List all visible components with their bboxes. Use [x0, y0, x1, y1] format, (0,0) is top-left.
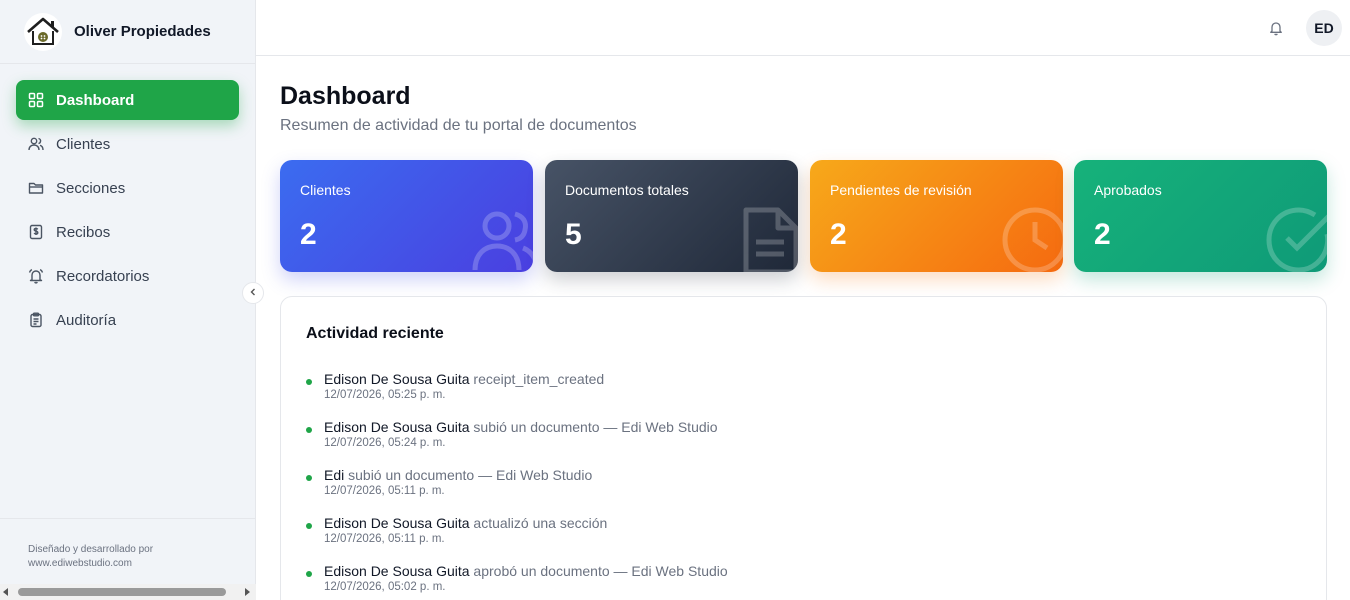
- scroll-right-arrow-icon[interactable]: [245, 588, 250, 596]
- activity-timestamp: 12/07/2026, 05:11 p. m.: [324, 533, 445, 545]
- sidebar-item-label: Clientes: [56, 135, 111, 153]
- users-icon: [472, 211, 533, 271]
- sidebar: Oliver Propiedades Dashboard Clientes Se…: [0, 0, 256, 600]
- list-item: Edi subió un documento — Edi Web Studio …: [306, 467, 1206, 497]
- document-icon: [743, 207, 798, 272]
- user-avatar[interactable]: ED: [1306, 10, 1342, 46]
- footer-link[interactable]: www.ediwebstudio.com: [28, 557, 227, 571]
- status-dot: [306, 427, 312, 433]
- stat-card-pendientes[interactable]: Pendientes de revisión 2: [810, 160, 1063, 272]
- activity-action: aprobó un documento — Edi Web Studio: [473, 563, 728, 579]
- activity-user: Edison De Sousa Guita: [324, 515, 470, 531]
- grid-icon: [28, 92, 44, 108]
- stat-label: Clientes: [300, 182, 351, 198]
- brand-name: Oliver Propiedades: [74, 23, 211, 40]
- sidebar-item-recordatorios[interactable]: Recordatorios: [16, 256, 239, 296]
- sidebar-item-secciones[interactable]: Secciones: [16, 168, 239, 208]
- stats-cards: Clientes 2 Documentos totales 5 Pendient…: [280, 160, 1328, 272]
- scrollbar-thumb[interactable]: [18, 588, 226, 596]
- sidebar-item-label: Dashboard: [56, 91, 135, 109]
- clock-icon: [1002, 207, 1063, 272]
- status-dot: [306, 523, 312, 529]
- house-logo-icon: [24, 12, 62, 51]
- chevron-left-icon: [249, 288, 257, 299]
- status-dot: [306, 379, 312, 385]
- sidebar-nav: Dashboard Clientes Secciones Recibos Rec…: [0, 64, 255, 340]
- main-content: Dashboard Resumen de actividad de tu por…: [280, 56, 1328, 600]
- sidebar-horizontal-scrollbar[interactable]: [0, 584, 256, 600]
- stat-label: Documentos totales: [565, 182, 689, 198]
- list-item: Edison De Sousa Guita receipt_item_creat…: [306, 371, 1206, 401]
- sidebar-item-dashboard[interactable]: Dashboard: [16, 80, 239, 120]
- list-item: Edison De Sousa Guita aprobó un document…: [306, 563, 1206, 593]
- receipt-icon: [28, 224, 44, 240]
- sidebar-footer: Diseñado y desarrollado por www.ediwebst…: [0, 518, 255, 571]
- activity-timestamp: 12/07/2026, 05:24 p. m.: [324, 437, 446, 449]
- list-item: Edison De Sousa Guita subió un documento…: [306, 419, 1206, 449]
- activity-action: subió un documento — Edi Web Studio: [473, 419, 718, 435]
- activity-action: actualizó una sección: [473, 515, 608, 531]
- brand[interactable]: Oliver Propiedades: [0, 0, 255, 64]
- activity-timestamp: 12/07/2026, 05:11 p. m.: [324, 485, 445, 497]
- sidebar-item-label: Recordatorios: [56, 267, 150, 285]
- folder-icon: [28, 180, 44, 196]
- sidebar-item-auditoria[interactable]: Auditoría: [16, 300, 239, 340]
- topbar: ED: [256, 0, 1350, 56]
- list-item: Edison De Sousa Guita actualizó una secc…: [306, 515, 1206, 545]
- stat-card-clientes[interactable]: Clientes 2: [280, 160, 533, 272]
- activity-title: Actividad reciente: [306, 325, 444, 342]
- stat-label: Aprobados: [1094, 182, 1162, 198]
- scroll-left-arrow-icon[interactable]: [3, 588, 8, 596]
- activity-user: Edison De Sousa Guita: [324, 419, 470, 435]
- activity-timestamp: 12/07/2026, 05:02 p. m.: [324, 581, 446, 593]
- page-subtitle: Resumen de actividad de tu portal de doc…: [280, 117, 637, 134]
- sidebar-item-recibos[interactable]: Recibos: [16, 212, 239, 252]
- notifications-bell-icon[interactable]: [1266, 18, 1286, 38]
- sidebar-item-label: Auditoría: [56, 311, 117, 329]
- stat-label: Pendientes de revisión: [830, 182, 972, 198]
- activity-action: subió un documento — Edi Web Studio: [348, 467, 593, 483]
- recent-activity-panel: Actividad reciente Edison De Sousa Guita…: [280, 296, 1327, 600]
- activity-user: Edi: [324, 467, 345, 483]
- check-circle-icon: [1266, 207, 1327, 272]
- footer-credit: Diseñado y desarrollado por: [28, 544, 154, 555]
- stat-card-aprobados[interactable]: Aprobados 2: [1074, 160, 1327, 272]
- activity-user: Edison De Sousa Guita: [324, 563, 470, 579]
- sidebar-item-clientes[interactable]: Clientes: [16, 124, 239, 164]
- collapse-sidebar-button[interactable]: [242, 282, 264, 304]
- status-dot: [306, 475, 312, 481]
- bell-icon: [28, 268, 44, 284]
- sidebar-item-label: Recibos: [56, 223, 111, 241]
- activity-user: Edison De Sousa Guita: [324, 371, 470, 387]
- status-dot: [306, 571, 312, 577]
- activity-timestamp: 12/07/2026, 05:25 p. m.: [324, 389, 446, 401]
- sidebar-item-label: Secciones: [56, 179, 126, 197]
- page-title: Dashboard: [280, 82, 411, 110]
- activity-action: receipt_item_created: [473, 371, 605, 387]
- stat-card-documentos[interactable]: Documentos totales 5: [545, 160, 798, 272]
- users-icon: [28, 136, 44, 152]
- clipboard-icon: [28, 312, 44, 328]
